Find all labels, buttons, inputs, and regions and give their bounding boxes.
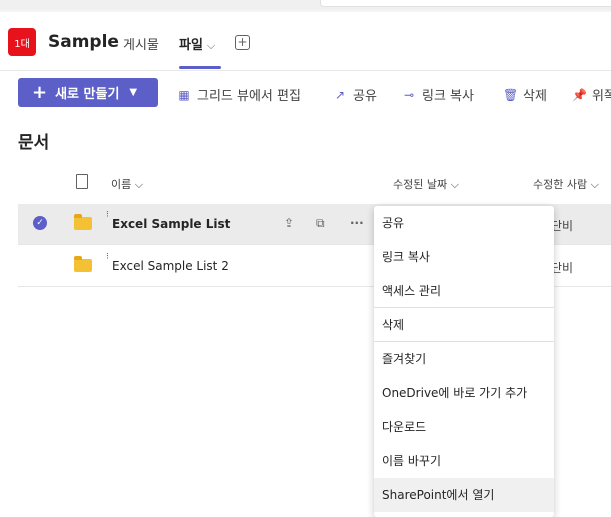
share-icon: ↗ — [334, 87, 346, 102]
search-box[interactable] — [320, 0, 611, 7]
channel-header: 1대 Sample 게시물 파일 ⌵ + — [0, 12, 611, 71]
channel-avatar-text: 1대 — [14, 38, 30, 50]
grid-edit-label: 그리드 뷰에서 편집 — [197, 89, 301, 104]
chevron-down-icon: ⌵ — [134, 178, 144, 191]
tab-files[interactable]: 파일 ⌵ — [179, 34, 215, 53]
menu-item-add-shortcut[interactable]: OneDrive에 바로 가기 추가 — [374, 376, 554, 410]
share-button[interactable]: ↗ 공유 — [333, 85, 377, 105]
copy-link-button[interactable]: ⊸ 링크 복사 — [402, 85, 474, 105]
active-tab-indicator — [179, 66, 221, 69]
file-type-icon[interactable] — [76, 174, 88, 189]
chevron-down-icon: ⌵ — [206, 39, 216, 52]
folder-icon — [74, 214, 92, 230]
top-strip — [0, 0, 611, 10]
pin-button[interactable]: 📌 위쪽 — [572, 85, 611, 105]
column-name[interactable]: 이름 ⌵ — [111, 176, 143, 192]
channel-avatar: 1대 — [8, 28, 36, 56]
column-header: 이름 ⌵ 수정된 날짜 ⌵ 수정한 사람 ⌵ — [0, 172, 611, 198]
menu-item-delete[interactable]: 삭제 — [374, 308, 554, 342]
menu-item-favorite[interactable]: 즐겨찾기 — [374, 342, 554, 376]
menu-item-download[interactable]: 다운로드 — [374, 410, 554, 444]
add-tab-icon[interactable]: + — [235, 35, 250, 50]
new-item-icon: ⁝ — [106, 210, 109, 220]
new-item-icon: ⁝ — [106, 252, 109, 262]
new-button-label: 새로 만들기 — [55, 87, 120, 102]
checkmark-icon[interactable]: ✓ — [33, 216, 47, 230]
menu-item-share[interactable]: 공유 — [374, 206, 554, 240]
new-button[interactable]: + 새로 만들기 ▼ — [18, 78, 158, 107]
folder-link-icon[interactable]: ⧉ — [316, 216, 325, 231]
delete-button[interactable]: 🗑 삭제 — [503, 85, 547, 105]
grid-edit-button[interactable]: ▦ 그리드 뷰에서 편집 — [177, 85, 301, 105]
trash-icon: 🗑 — [503, 87, 519, 102]
row-name[interactable]: Excel Sample List — [112, 217, 230, 231]
row-name[interactable]: Excel Sample List 2 — [112, 259, 229, 273]
plus-icon: + — [32, 81, 48, 103]
row-modified-by: 단비 — [551, 219, 574, 233]
chevron-down-icon: ▼ — [129, 87, 138, 98]
context-menu: 공유 링크 복사 액세스 관리 삭제 즐겨찾기 OneDrive에 바로 가기 … — [374, 206, 554, 517]
column-modified-by-label: 수정한 사람 — [533, 178, 588, 191]
channel-name: Sample — [48, 32, 119, 52]
column-modified[interactable]: 수정된 날짜 ⌵ — [393, 176, 459, 192]
tab-posts[interactable]: 게시물 — [123, 34, 159, 53]
column-modified-by[interactable]: 수정한 사람 ⌵ — [533, 176, 599, 192]
folder-icon — [74, 256, 92, 272]
share-label: 공유 — [353, 89, 377, 104]
command-bar: + 새로 만들기 ▼ ▦ 그리드 뷰에서 편집 ↗ 공유 ⊸ 링크 복사 🗑 삭… — [0, 78, 611, 108]
link-icon: ⊸ — [403, 87, 415, 102]
more-icon[interactable]: ··· — [350, 216, 364, 230]
menu-item-rename[interactable]: 이름 바꾸기 — [374, 444, 554, 478]
chevron-down-icon: ⌵ — [590, 178, 599, 191]
menu-item-copy-link[interactable]: 링크 복사 — [374, 240, 554, 274]
column-name-label: 이름 — [111, 178, 132, 191]
delete-label: 삭제 — [523, 89, 547, 104]
tab-files-label: 파일 — [179, 38, 203, 53]
column-modified-label: 수정된 날짜 — [393, 178, 448, 191]
grid-icon: ▦ — [178, 87, 190, 102]
menu-item-open-in-sharepoint[interactable]: SharePoint에서 열기 — [374, 478, 554, 512]
share-icon[interactable]: ⇪ — [284, 216, 294, 230]
chevron-down-icon: ⌵ — [450, 178, 459, 191]
pin-label: 위쪽 — [592, 89, 611, 104]
copy-link-label: 링크 복사 — [422, 89, 474, 104]
menu-item-manage-access[interactable]: 액세스 관리 — [374, 274, 554, 308]
pin-icon: 📌 — [572, 87, 587, 102]
row-modified-by: 단비 — [551, 261, 574, 275]
page-title: 문서 — [18, 133, 50, 153]
